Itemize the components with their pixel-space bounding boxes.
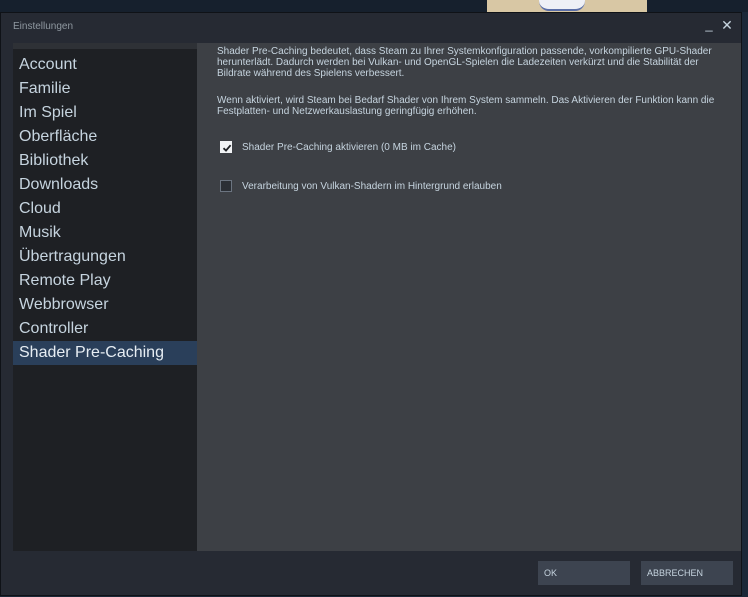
settings-sidebar: Account Familie Im Spiel Oberfläche Bibl…: [13, 43, 197, 551]
vulkan-background-processing-option[interactable]: Verarbeitung von Vulkan-Shadern im Hinte…: [220, 178, 502, 194]
enable-shader-precaching-option[interactable]: Shader Pre-Caching aktivieren (0 MB im C…: [220, 139, 456, 155]
enable-shader-precaching-checkbox[interactable]: [220, 141, 232, 153]
ok-button[interactable]: OK: [538, 561, 630, 585]
description-paragraph: Shader Pre-Caching bedeutet, dass Steam …: [217, 46, 712, 79]
sidebar-item-controller[interactable]: Controller: [13, 317, 197, 341]
vulkan-background-processing-label: Verarbeitung von Vulkan-Shadern im Hinte…: [242, 180, 502, 192]
sidebar-item-webbrowser[interactable]: Webbrowser: [13, 293, 197, 317]
window-controls: _ ✕: [703, 17, 733, 33]
checkmark-icon: [222, 144, 232, 152]
sidebar-item-oberflaeche[interactable]: Oberfläche: [13, 125, 197, 149]
vulkan-background-processing-checkbox[interactable]: [220, 180, 232, 192]
sidebar-item-cloud[interactable]: Cloud: [13, 197, 197, 221]
sidebar-item-remote-play[interactable]: Remote Play: [13, 269, 197, 293]
sidebar-item-musik[interactable]: Musik: [13, 221, 197, 245]
settings-content-panel: Shader Pre-Caching bedeutet, dass Steam …: [197, 43, 741, 551]
cancel-button[interactable]: ABBRECHEN: [641, 561, 733, 585]
sidebar-item-familie[interactable]: Familie: [13, 77, 197, 101]
settings-nav-list: Account Familie Im Spiel Oberfläche Bibl…: [13, 53, 197, 365]
sidebar-item-uebertragungen[interactable]: Übertragungen: [13, 245, 197, 269]
title-bar[interactable]: Einstellungen _ ✕: [1, 13, 741, 41]
dialog-footer: OK ABBRECHEN: [1, 551, 741, 597]
close-button[interactable]: ✕: [721, 17, 733, 33]
sidebar-item-shader-pre-caching[interactable]: Shader Pre-Caching: [13, 341, 197, 365]
enable-shader-precaching-label: Shader Pre-Caching aktivieren (0 MB im C…: [242, 141, 456, 153]
info-paragraph: Wenn aktiviert, wird Steam bei Bedarf Sh…: [217, 95, 715, 117]
background-thumbnail: [487, 0, 647, 12]
settings-window: Einstellungen _ ✕ Account Familie Im Spi…: [0, 12, 742, 596]
sidebar-item-account[interactable]: Account: [13, 53, 197, 77]
window-title: Einstellungen: [13, 21, 74, 32]
sidebar-divider: [13, 43, 197, 49]
sidebar-item-bibliothek[interactable]: Bibliothek: [13, 149, 197, 173]
minimize-button[interactable]: _: [703, 17, 715, 33]
sidebar-item-im-spiel[interactable]: Im Spiel: [13, 101, 197, 125]
sidebar-item-downloads[interactable]: Downloads: [13, 173, 197, 197]
